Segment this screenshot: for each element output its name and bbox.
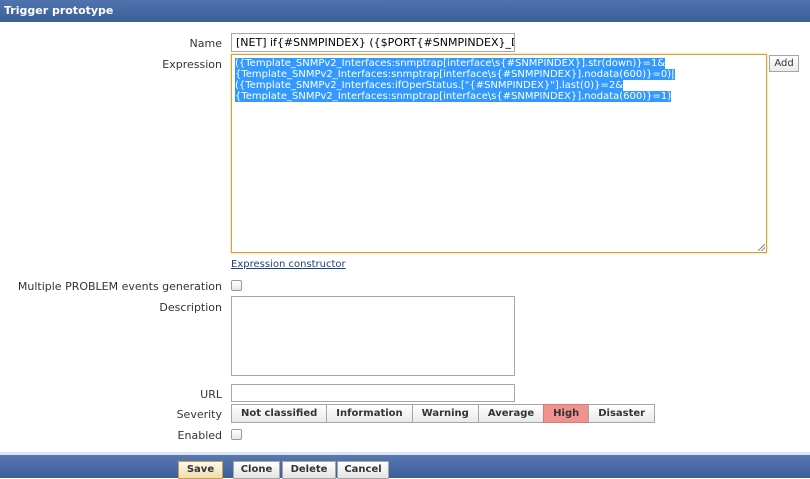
url-field[interactable]	[231, 384, 515, 402]
name-field[interactable]: [NET] if{#SNMPINDEX} ({$PORT{#SNMPINDEX}…	[231, 33, 515, 52]
severity-not-classified[interactable]: Not classified	[231, 404, 328, 423]
save-button[interactable]: Save	[178, 461, 223, 479]
description-label: Description	[159, 301, 222, 314]
expression-line: ({Template_SNMPv2_Interfaces:ifOperStatu…	[235, 80, 624, 91]
multiple-problem-checkbox[interactable]	[231, 280, 242, 291]
severity-high[interactable]: High	[543, 404, 590, 423]
severity-disaster[interactable]: Disaster	[588, 404, 656, 423]
enabled-label: Enabled	[177, 429, 222, 442]
expression-label: Expression	[162, 58, 222, 71]
name-label: Name	[189, 37, 222, 50]
url-label: URL	[200, 388, 222, 401]
resize-handle-icon[interactable]	[758, 244, 765, 251]
clone-button[interactable]: Clone	[233, 461, 280, 479]
severity-selector: Not classified Information Warning Avera…	[231, 404, 656, 423]
delete-button[interactable]: Delete	[282, 461, 336, 479]
severity-information[interactable]: Information	[326, 404, 413, 423]
expression-constructor-link[interactable]: Expression constructor	[231, 259, 346, 270]
form-title: Trigger prototype	[0, 0, 810, 22]
expression-line: {Template_SNMPv2_Interfaces:snmptrap[int…	[235, 91, 672, 102]
multiple-problem-label: Multiple PROBLEM events generation	[17, 280, 222, 293]
description-textarea[interactable]	[231, 296, 515, 376]
severity-label: Severity	[176, 408, 222, 421]
expression-line: {Template_SNMPv2_Interfaces:snmptrap[int…	[235, 69, 675, 80]
enabled-checkbox[interactable]	[231, 429, 242, 440]
severity-average[interactable]: Average	[477, 404, 545, 423]
cancel-button[interactable]: Cancel	[337, 461, 389, 479]
form-footer	[0, 452, 810, 478]
expression-textarea[interactable]: ({Template_SNMPv2_Interfaces:snmptrap[in…	[231, 54, 767, 253]
severity-warning[interactable]: Warning	[411, 404, 479, 423]
add-expression-button[interactable]: Add	[769, 55, 799, 72]
expression-line: ({Template_SNMPv2_Interfaces:snmptrap[in…	[235, 58, 666, 69]
